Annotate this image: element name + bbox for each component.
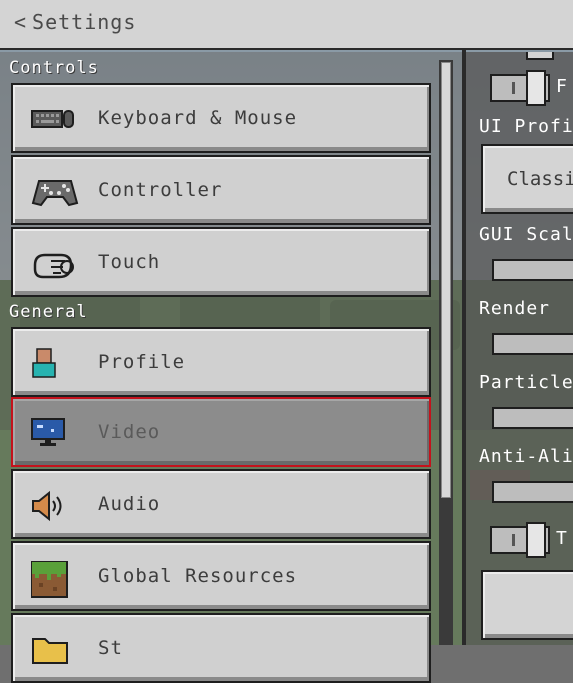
toggle-label-partial-t: T bbox=[556, 528, 567, 549]
nav-label-touch: Touch bbox=[98, 251, 161, 273]
ui-profile-value: Classi bbox=[507, 168, 573, 190]
video-settings-panel: F UI Profi Classi GUI Scal Render Partic… bbox=[466, 52, 573, 645]
nav-touch-button[interactable]: Touch bbox=[11, 227, 431, 297]
ui-profile-label: UI Profi bbox=[479, 116, 573, 137]
gamepad-icon bbox=[31, 175, 79, 207]
folder-icon bbox=[31, 633, 71, 665]
settings-nav-panel: Controls Keyboard & Mouse Controller Tou… bbox=[0, 52, 462, 683]
nav-label-storage: St bbox=[98, 637, 123, 659]
nav-controller-button[interactable]: Controller bbox=[11, 155, 431, 225]
toggle-fullscreen[interactable] bbox=[490, 70, 550, 106]
nav-audio-button[interactable]: Audio bbox=[11, 469, 431, 539]
nav-label-profile: Profile bbox=[98, 351, 186, 373]
back-button[interactable]: < Settings bbox=[14, 10, 136, 34]
nav-video-button[interactable]: Video bbox=[11, 397, 431, 467]
nav-label-audio: Audio bbox=[98, 493, 161, 515]
render-distance-label: Render bbox=[479, 298, 551, 319]
settings-header: < Settings bbox=[0, 0, 573, 50]
nav-label-global-resources: Global Resources bbox=[98, 565, 298, 587]
render-distance-slider[interactable] bbox=[492, 333, 573, 355]
page-title: Settings bbox=[32, 10, 137, 34]
nav-keyboard-mouse-button[interactable]: Keyboard & Mouse bbox=[11, 83, 431, 153]
right-panel-button-partial[interactable] bbox=[481, 570, 573, 640]
anti-aliasing-slider[interactable] bbox=[492, 481, 573, 503]
nav-label-keyboard-mouse: Keyboard & Mouse bbox=[98, 107, 298, 129]
gui-scale-label: GUI Scal bbox=[479, 224, 573, 245]
touch-hand-icon bbox=[31, 247, 74, 279]
anti-aliasing-label: Anti-Alia bbox=[479, 446, 573, 467]
nav-global-resources-button[interactable]: Global Resources bbox=[11, 541, 431, 611]
profile-avatar-icon bbox=[31, 347, 71, 379]
toggle-second[interactable] bbox=[490, 522, 550, 558]
particle-label: Particle bbox=[479, 372, 573, 393]
nav-label-controller: Controller bbox=[98, 179, 223, 201]
particle-slider[interactable] bbox=[492, 407, 573, 429]
monitor-icon bbox=[31, 417, 71, 449]
slider-partial-top[interactable] bbox=[526, 52, 554, 60]
keyboard-mouse-icon bbox=[31, 103, 74, 135]
nav-profile-button[interactable]: Profile bbox=[11, 327, 431, 397]
toggle-label-partial-f: F bbox=[556, 76, 567, 97]
speaker-icon bbox=[31, 489, 71, 522]
ui-profile-dropdown[interactable]: Classi bbox=[481, 144, 573, 214]
nav-label-video: Video bbox=[98, 421, 161, 443]
gui-scale-slider[interactable] bbox=[492, 259, 573, 281]
nav-storage-button[interactable]: St bbox=[11, 613, 431, 683]
section-label-controls: Controls bbox=[9, 58, 99, 78]
scrollbar-thumb[interactable] bbox=[441, 62, 451, 498]
chevron-left-icon: < bbox=[14, 10, 27, 34]
grass-block-icon bbox=[30, 560, 71, 598]
section-label-general: General bbox=[9, 302, 88, 322]
